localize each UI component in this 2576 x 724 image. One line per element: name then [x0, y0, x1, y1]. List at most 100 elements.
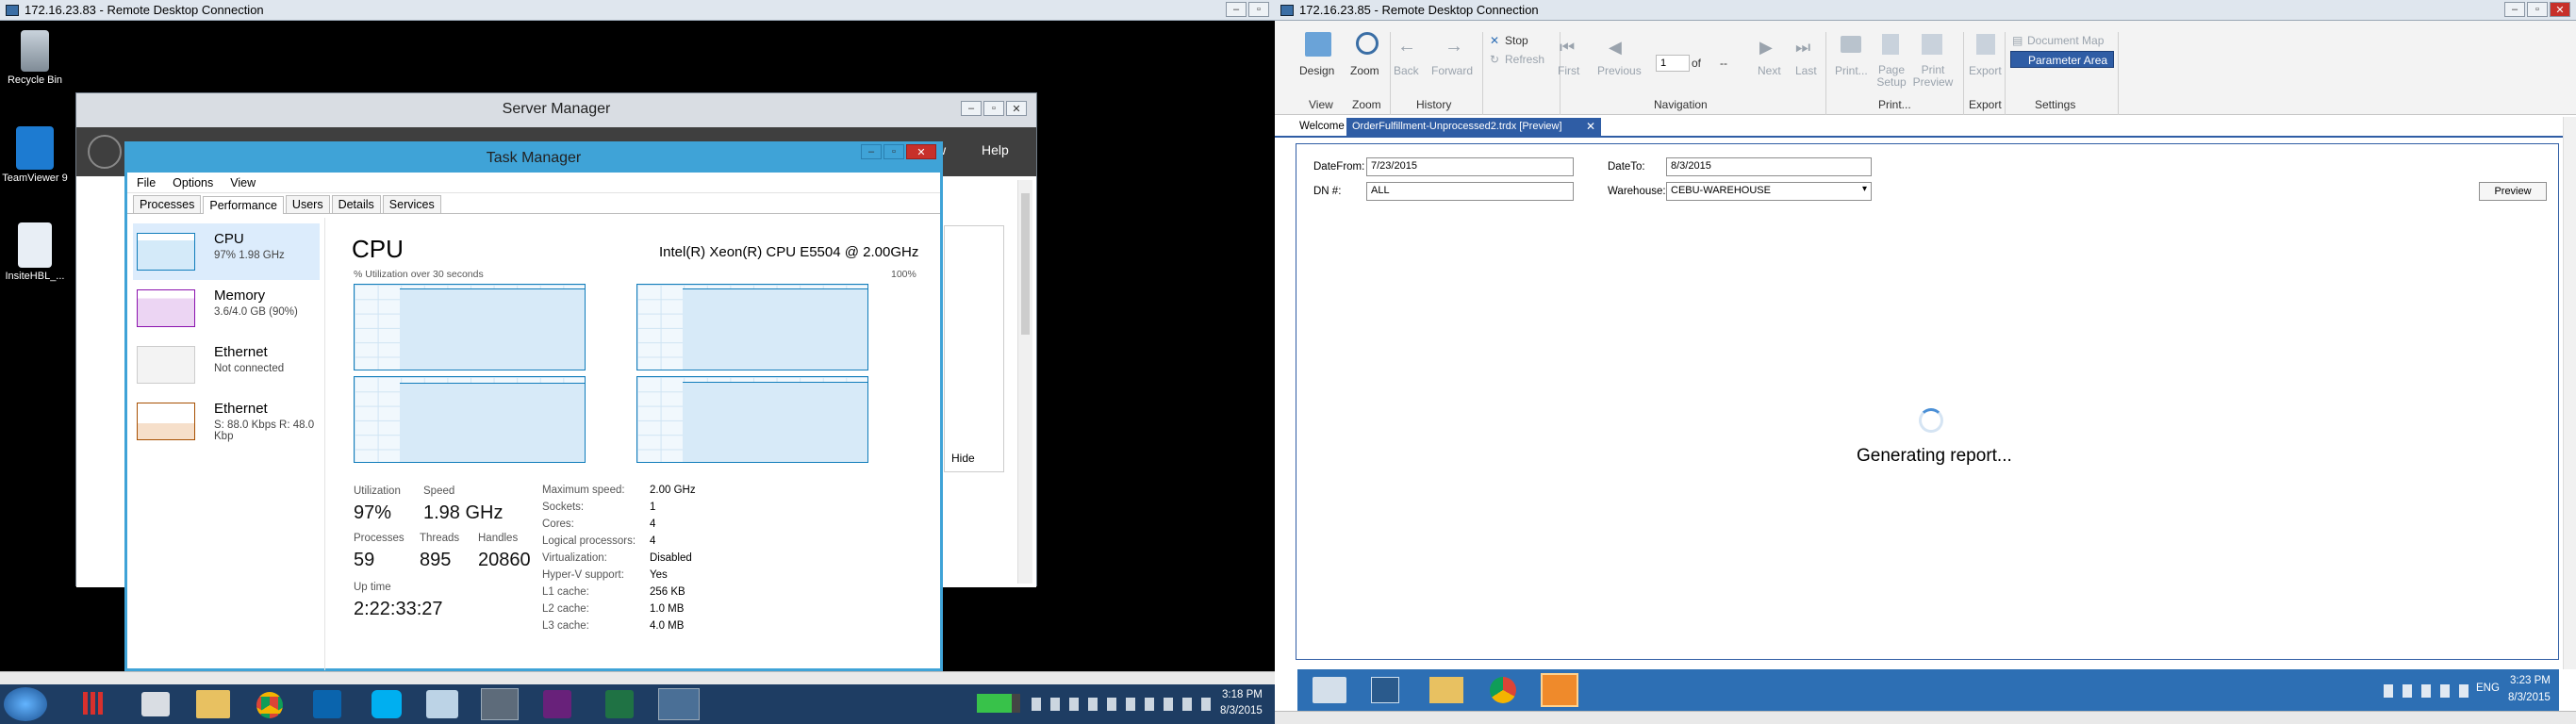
- excel-icon[interactable]: [605, 690, 634, 718]
- utilization-label: Utilization: [354, 485, 401, 497]
- uptime-label: Up time: [354, 582, 391, 593]
- tab-services[interactable]: Services: [382, 195, 441, 213]
- dateto-field[interactable]: 8/3/2015: [1666, 157, 1872, 176]
- chrome-icon[interactable]: [1490, 677, 1516, 703]
- datefrom-field[interactable]: 7/23/2015: [1366, 157, 1574, 176]
- left-rdp-hscrollbar[interactable]: [0, 671, 1275, 684]
- server-manager-taskbar-icon[interactable]: [1313, 677, 1346, 703]
- design-icon[interactable]: [1305, 32, 1331, 57]
- apps-grid-icon[interactable]: [83, 692, 106, 715]
- last-page-icon: ⏭: [1795, 38, 1811, 57]
- right-rdp-vscrollbar[interactable]: [2563, 117, 2576, 669]
- clock-time[interactable]: 3:18 PM: [1222, 689, 1263, 700]
- minimize-button[interactable]: –: [861, 144, 882, 159]
- sidebar-item-memory[interactable]: Memory 3.6/4.0 GB (90%): [133, 280, 320, 337]
- clock-date[interactable]: 8/3/2015: [2508, 692, 2551, 703]
- maximize-button[interactable]: ▫: [2527, 2, 2548, 17]
- skype-icon[interactable]: [372, 690, 402, 718]
- threads-value: 895: [420, 550, 452, 570]
- file-explorer-icon[interactable]: [1429, 677, 1463, 703]
- remote-desktop-icon[interactable]: [658, 688, 700, 720]
- remote-app-icon[interactable]: [426, 690, 458, 718]
- menu-view[interactable]: View: [230, 176, 256, 189]
- page-number-input[interactable]: 1: [1656, 55, 1690, 72]
- teamviewer-label: TeamViewer 9: [2, 173, 68, 184]
- visual-studio-icon[interactable]: [543, 690, 571, 718]
- stop-button[interactable]: Stop: [1505, 34, 1528, 47]
- report-designer-icon[interactable]: [1541, 673, 1578, 707]
- sidebar-cpu-detail: 97% 1.98 GHz: [214, 250, 285, 261]
- right-rdp-hscrollbar[interactable]: [1275, 711, 2576, 724]
- powershell-icon[interactable]: [1371, 677, 1399, 703]
- back-arrow-icon[interactable]: [88, 135, 122, 169]
- spec-label: Hyper-V support:: [542, 569, 624, 581]
- spec-value: 4: [650, 518, 656, 530]
- zoom-button[interactable]: Zoom: [1350, 64, 1379, 77]
- menu-options[interactable]: Options: [173, 176, 213, 189]
- spec-value: 256 KB: [650, 586, 685, 598]
- warehouse-select[interactable]: CEBU-WAREHOUSE ▾: [1666, 182, 1872, 201]
- tab-performance[interactable]: Performance: [203, 196, 284, 214]
- tab-welcome[interactable]: Welcome: [1299, 121, 1345, 132]
- close-button[interactable]: ✕: [906, 144, 936, 159]
- sidebar-item-ethernet-2[interactable]: Ethernet S: 88.0 Kbps R: 48.0 Kbp: [133, 393, 320, 450]
- maximize-button[interactable]: ▫: [983, 101, 1004, 116]
- hide-link[interactable]: Hide: [951, 452, 975, 465]
- chrome-icon[interactable]: [256, 692, 283, 718]
- tab-users[interactable]: Users: [285, 195, 330, 213]
- minimize-button[interactable]: –: [961, 101, 982, 116]
- left-taskbar: 3:18 PM 8/3/2015: [0, 684, 1275, 724]
- close-button[interactable]: ✕: [2550, 2, 2570, 17]
- right-remote-session: 172.16.23.85 - Remote Desktop Connection…: [1275, 0, 2576, 724]
- page-number-value: 1: [1660, 58, 1667, 69]
- language-indicator[interactable]: ENG: [2476, 683, 2500, 694]
- task-manager-menu: File Options View: [127, 173, 940, 193]
- control-panel-icon[interactable]: [141, 692, 170, 716]
- report-area: DateFrom: 7/23/2015 DateTo: 8/3/2015 DN …: [1296, 143, 2559, 660]
- start-button[interactable]: [4, 687, 47, 721]
- maximize-button[interactable]: ▫: [883, 144, 904, 159]
- file-explorer-icon[interactable]: [196, 690, 230, 718]
- menu-file[interactable]: File: [137, 176, 156, 189]
- forward-button: Forward: [1431, 64, 1474, 77]
- uptime-value: 2:22:33:27: [354, 599, 443, 619]
- outlook-icon[interactable]: [313, 690, 341, 718]
- preview-button[interactable]: Preview: [2479, 182, 2547, 201]
- cpu-specs: Maximum speed: Sockets: Cores: Logical p…: [542, 482, 636, 634]
- recycle-bin-icon[interactable]: Recycle Bin: [2, 30, 68, 86]
- parameter-area-toggle[interactable]: Parameter Area: [2010, 51, 2114, 68]
- previous-page-icon: ◀: [1609, 38, 1622, 57]
- sidebar-ethernet-label: Ethernet: [214, 344, 268, 360]
- tools-icon[interactable]: [481, 688, 519, 720]
- teamviewer-icon[interactable]: TeamViewer 9: [2, 126, 68, 184]
- ribbon-separator: [1825, 32, 1826, 115]
- spec-value: 2.00 GHz: [650, 485, 696, 496]
- document-map-icon: ▤: [2012, 34, 2023, 47]
- sidebar-item-cpu[interactable]: CPU 97% 1.98 GHz: [133, 223, 320, 280]
- warehouse-label: Warehouse:: [1608, 186, 1666, 197]
- maximize-button[interactable]: ▫: [1248, 2, 1269, 17]
- chevron-down-icon: ▾: [1861, 184, 1867, 194]
- task-manager-title: Task Manager: [486, 150, 582, 166]
- clock-date[interactable]: 8/3/2015: [1220, 705, 1263, 716]
- monitor-icon: [6, 4, 19, 16]
- sidebar-item-ethernet-1[interactable]: Ethernet Not connected: [133, 337, 320, 393]
- tab-processes[interactable]: Processes: [133, 195, 202, 213]
- tab-report-preview[interactable]: OrderFulfillment-Unprocessed2.trdx [Prev…: [1346, 118, 1601, 138]
- minimize-button[interactable]: –: [1226, 2, 1247, 17]
- dn-field[interactable]: ALL: [1366, 182, 1574, 201]
- graph-label: % Utilization over 30 seconds: [354, 269, 484, 280]
- help-menu[interactable]: Help: [982, 142, 1009, 157]
- zoom-icon[interactable]: [1356, 32, 1379, 55]
- design-button[interactable]: Design: [1299, 64, 1334, 77]
- group-navigation: Navigation: [1654, 98, 1708, 111]
- spec-value: 1: [650, 502, 656, 513]
- ribbon-separator: [1390, 32, 1391, 115]
- minimize-button[interactable]: –: [2504, 2, 2525, 17]
- close-tab-icon[interactable]: ✕: [1586, 120, 1595, 133]
- insitehbl-icon[interactable]: InsiteHBL_...: [2, 222, 68, 282]
- clock-time[interactable]: 3:23 PM: [2510, 675, 2551, 686]
- close-button[interactable]: ✕: [1006, 101, 1027, 116]
- tab-details[interactable]: Details: [331, 195, 381, 213]
- scrollbar[interactable]: [1017, 180, 1032, 584]
